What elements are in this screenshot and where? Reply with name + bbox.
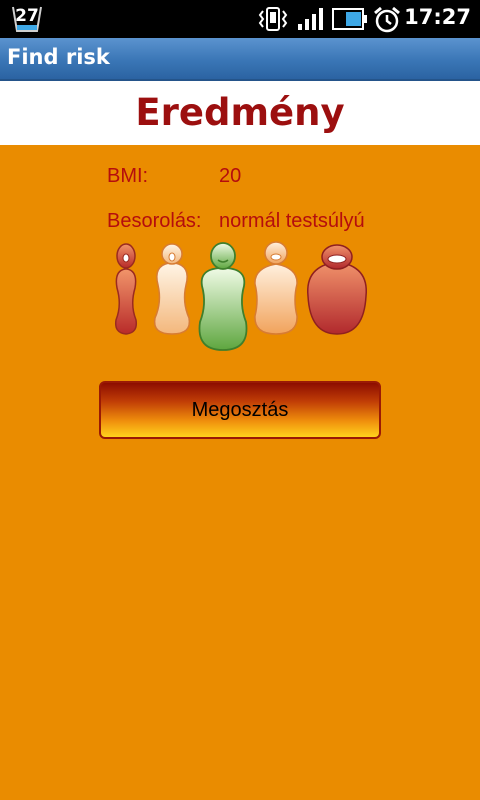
vibrate-icon (257, 6, 289, 36)
overweight-figure (254, 241, 298, 335)
status-clock: 17:27 (404, 5, 471, 29)
share-button[interactable]: Megosztás (99, 381, 381, 439)
bmi-row: BMI: 20 (107, 165, 241, 188)
app-title-bar: Find risk (0, 38, 480, 81)
bmi-value: 20 (219, 165, 242, 187)
share-button-label: Megosztás (191, 398, 289, 421)
page-title: Eredmény (135, 91, 345, 134)
category-row: Besorolás: normál testsúlyú (107, 210, 365, 233)
category-value: normál testsúlyú (219, 210, 365, 232)
body-type-figures (106, 240, 376, 355)
alarm-icon (373, 6, 401, 38)
battery-icon (332, 6, 368, 36)
obese-figure (307, 244, 367, 335)
status-bar: 27 17:27 (0, 0, 480, 38)
notification-icon[interactable]: 27 (10, 4, 44, 34)
signal-icon (296, 6, 326, 36)
notification-count: 27 (15, 6, 39, 26)
app-title: Find risk (7, 45, 110, 69)
result-header: Eredmény (0, 81, 480, 145)
underweight-severe-figure (114, 243, 138, 335)
underweight-figure (153, 243, 191, 335)
normal-figure[interactable] (198, 242, 248, 351)
bmi-label: BMI: (107, 165, 149, 187)
category-label: Besorolás: (107, 210, 202, 232)
